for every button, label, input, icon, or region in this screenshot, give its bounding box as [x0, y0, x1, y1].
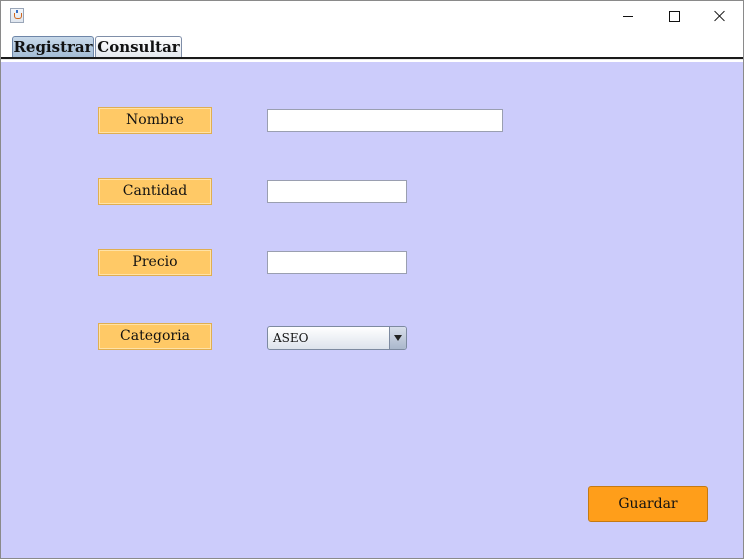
java-app-icon — [10, 8, 24, 23]
guardar-button[interactable]: Guardar — [588, 486, 708, 522]
app-window: Registrar Consultar Nombre Cantidad Prec… — [0, 0, 744, 559]
minimize-icon — [623, 15, 633, 17]
categoria-selected-value: ASEO — [273, 331, 309, 345]
close-button[interactable] — [697, 1, 743, 31]
tab-consultar[interactable]: Consultar — [95, 36, 182, 57]
cantidad-label: Cantidad — [98, 178, 212, 205]
minimize-button[interactable] — [605, 1, 651, 31]
registrar-panel: Nombre Cantidad Precio Categoria ASEO Gu… — [1, 62, 743, 558]
tab-divider-highlight — [1, 59, 743, 60]
maximize-button[interactable] — [651, 1, 697, 31]
cantidad-input[interactable] — [267, 180, 407, 203]
precio-label: Precio — [98, 249, 212, 276]
dropdown-arrow-button[interactable] — [389, 327, 406, 349]
maximize-icon — [668, 10, 680, 22]
precio-input[interactable] — [267, 251, 407, 274]
tab-registrar[interactable]: Registrar — [12, 36, 94, 57]
chevron-down-icon — [394, 335, 402, 341]
title-bar — [1, 1, 743, 31]
tab-strip: Registrar Consultar — [1, 31, 743, 62]
categoria-label: Categoria — [98, 323, 212, 350]
close-icon — [714, 10, 726, 22]
categoria-select[interactable]: ASEO — [267, 326, 407, 350]
nombre-input[interactable] — [267, 109, 503, 132]
nombre-label: Nombre — [98, 107, 212, 134]
